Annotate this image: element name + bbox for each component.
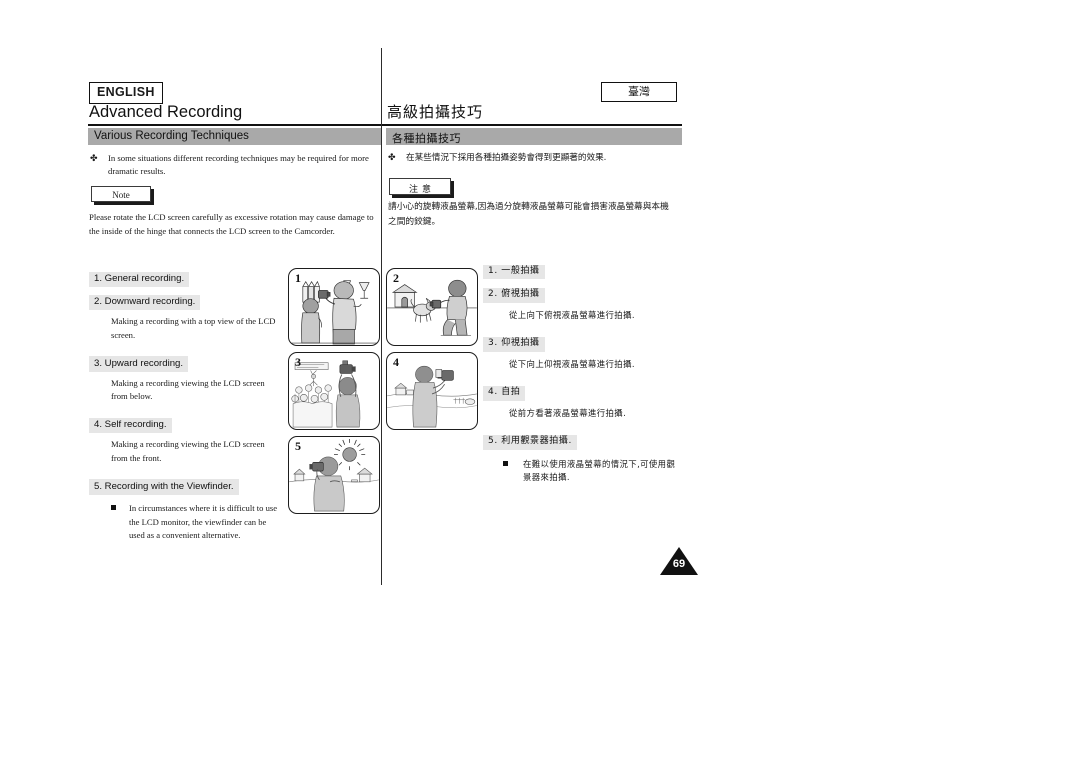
list-item-label: 5. 利用觀景器拍攝. bbox=[483, 434, 577, 450]
list-item: 1. 一般拍攝 bbox=[483, 260, 683, 280]
list-item-label: 4. Self recording. bbox=[89, 417, 172, 434]
section-bar-chinese: 各種拍攝技巧 bbox=[386, 128, 682, 145]
chapter-title-english: Advanced Recording bbox=[89, 103, 243, 121]
chapter-title-chinese: 高級拍攝技巧 bbox=[387, 103, 484, 121]
viewfinder-recording-illustration: 5 bbox=[288, 436, 380, 514]
list-item-sub-bullet: 在難以使用液晶螢幕的情況下,可使用觀景器來拍攝. bbox=[503, 458, 683, 485]
square-bullet-icon bbox=[111, 504, 116, 510]
language-tag-english-label: ENGLISH bbox=[97, 85, 155, 99]
list-item-label: 2. Downward recording. bbox=[89, 294, 201, 311]
note-text-chinese: 請小心的旋轉液晶螢幕,因為過分旋轉液晶螢幕可能會損害液晶螢幕與本機之間的鉸鍵。 bbox=[388, 202, 669, 227]
downward-recording-drawing bbox=[387, 279, 477, 336]
section-title-chinese: 各種拍攝技巧 bbox=[392, 132, 461, 145]
intro-text-chinese: 在某些情況下採用各種拍攝姿勢會得到更顯著的效果. bbox=[406, 153, 607, 163]
viewfinder-recording-drawing bbox=[289, 438, 379, 512]
list-item: 2. 俯視拍攝 從上向下俯視液晶螢幕進行拍攝. bbox=[483, 283, 683, 322]
downward-recording-illustration: 2 bbox=[386, 268, 478, 346]
list-item: 4. 自拍 從前方看著液晶螢幕進行拍攝. bbox=[483, 381, 683, 420]
language-tag-english: ENGLISH bbox=[89, 82, 163, 104]
title-rule-english bbox=[88, 124, 381, 126]
list-item-label: 3. 仰視拍攝 bbox=[483, 336, 545, 352]
language-tag-chinese: 臺灣 bbox=[601, 82, 677, 102]
page-number: 69 bbox=[672, 558, 686, 570]
note-label-english: Note bbox=[112, 190, 130, 200]
list-item: 3. 仰視拍攝 從下向上仰視液晶螢幕進行拍攝. bbox=[483, 332, 683, 371]
list-item: 5. 利用觀景器拍攝. 在難以使用液晶螢幕的情況下,可使用觀景器來拍攝. bbox=[483, 430, 683, 484]
intro-paragraph-english: ✤ In some situations different recording… bbox=[90, 152, 380, 179]
list-item-label: 5. Recording with the Viewfinder. bbox=[89, 479, 239, 495]
list-item-description: Making a recording with a top view of th… bbox=[111, 316, 276, 340]
note-label-chinese: 注意 bbox=[408, 185, 435, 195]
list-item-sub-bullet-text: In circumstances where it is difficult t… bbox=[129, 502, 278, 541]
technique-list-chinese: 1. 一般拍攝 2. 俯視拍攝 從上向下俯視液晶螢幕進行拍攝. 3. 仰視拍攝 … bbox=[483, 260, 683, 488]
illustration-number: 5 bbox=[295, 439, 301, 453]
title-rule-chinese bbox=[382, 124, 682, 126]
list-item-label: 4. 自拍 bbox=[483, 385, 526, 401]
list-item: 3. Upward recording. Making a recording … bbox=[89, 353, 279, 405]
note-box-english: Note bbox=[91, 186, 151, 202]
bullet-marker-icon: ✤ bbox=[388, 153, 396, 163]
technique-list-english: 1. General recording. 2. Downward record… bbox=[89, 268, 279, 547]
column-divider bbox=[381, 48, 382, 585]
list-item-description: Making a recording viewing the LCD scree… bbox=[111, 439, 265, 463]
list-item: 4. Self recording. Making a recording vi… bbox=[89, 414, 279, 466]
intro-text-english: In some situations different recording t… bbox=[108, 153, 369, 177]
section-bar-english: Various Recording Techniques bbox=[88, 128, 381, 145]
general-recording-illustration: 1 bbox=[288, 268, 380, 346]
square-bullet-icon bbox=[503, 460, 508, 466]
illustration-number: 2 bbox=[393, 271, 399, 285]
upward-recording-illustration: 3 bbox=[288, 352, 380, 430]
note-box-chinese: 注意 bbox=[389, 178, 451, 195]
page-number-badge: 69 bbox=[660, 547, 698, 575]
illustration-number: 1 bbox=[295, 271, 301, 285]
intro-paragraph-chinese: ✤ 在某些情況下採用各種拍攝姿勢會得到更顯著的效果. bbox=[388, 152, 682, 165]
self-recording-illustration: 4 bbox=[386, 352, 478, 430]
list-item: 2. Downward recording. Making a recordin… bbox=[89, 291, 279, 343]
list-item-label: 2. 俯視拍攝 bbox=[483, 287, 545, 303]
list-item-description: Making a recording viewing the LCD scree… bbox=[111, 377, 265, 402]
list-item-description: 從下向上仰視液晶螢幕進行拍攝. bbox=[509, 358, 635, 369]
general-recording-drawing bbox=[289, 280, 379, 345]
illustration-number: 4 bbox=[393, 355, 399, 369]
list-item-label: 1. 一般拍攝 bbox=[483, 264, 545, 280]
list-item-label: 1. General recording. bbox=[89, 271, 190, 288]
section-title-english: Various Recording Techniques bbox=[94, 130, 249, 142]
list-item-label: 3. Upward recording. bbox=[89, 356, 189, 372]
language-tag-chinese-label: 臺灣 bbox=[628, 85, 650, 98]
list-item-description: 從前方看著液晶螢幕進行拍攝. bbox=[509, 407, 627, 418]
upward-recording-drawing bbox=[291, 360, 361, 428]
illustration-number: 3 bbox=[295, 355, 301, 369]
list-item: 5. Recording with the Viewfinder. In cir… bbox=[89, 476, 279, 543]
list-item-description: 從上向下俯視液晶螢幕進行拍攝. bbox=[509, 309, 635, 320]
manual-page: ENGLISH Advanced Recording Various Recor… bbox=[0, 0, 1080, 764]
list-item: 1. General recording. bbox=[89, 268, 279, 288]
list-item-sub-bullet: In circumstances where it is difficult t… bbox=[111, 502, 279, 543]
note-text-english: Please rotate the LCD screen carefully a… bbox=[89, 212, 374, 237]
bullet-marker-icon: ✤ bbox=[90, 153, 98, 163]
list-item-sub-bullet-text: 在難以使用液晶螢幕的情況下,可使用觀景器來拍攝. bbox=[523, 458, 676, 482]
self-recording-drawing bbox=[387, 365, 477, 428]
